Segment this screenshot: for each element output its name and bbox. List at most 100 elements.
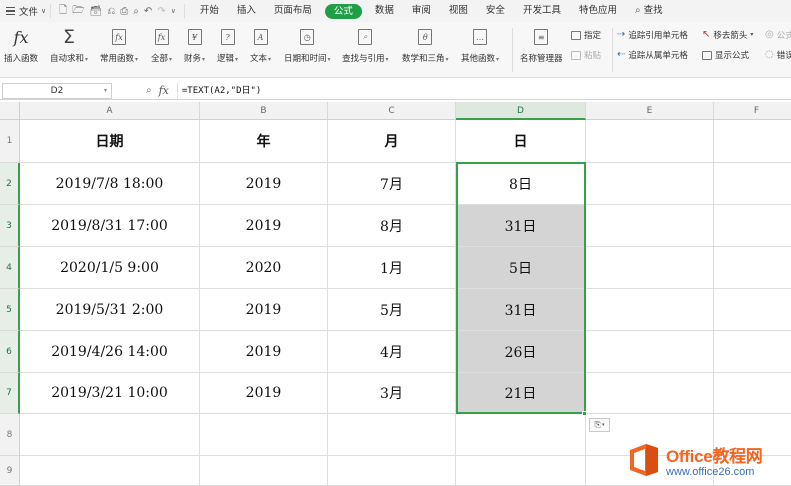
print-icon[interactable]: ⎙: [120, 6, 128, 17]
row-header-5[interactable]: 5: [0, 289, 20, 331]
insert-function-button[interactable]: fx 插入函数: [4, 26, 38, 65]
datetime-functions-button[interactable]: ◷ 日期和时间▾: [284, 26, 331, 64]
cell-c7[interactable]: 3月: [328, 373, 456, 414]
cell-f2[interactable]: [714, 163, 791, 205]
cell-c8[interactable]: [328, 414, 456, 456]
tab-home[interactable]: 开始: [191, 0, 228, 22]
file-menu[interactable]: 文件 ∨: [0, 0, 50, 22]
column-header-f[interactable]: F: [714, 102, 791, 120]
cell-d3[interactable]: 31日: [456, 205, 586, 247]
column-header-a[interactable]: A: [20, 102, 200, 120]
paste-button[interactable]: 粘贴: [571, 49, 601, 61]
tab-special-apps[interactable]: 特色应用: [570, 0, 626, 22]
cell-e4[interactable]: [586, 247, 714, 289]
cell-c2[interactable]: 7月: [328, 163, 456, 205]
cell-a9[interactable]: [20, 456, 200, 486]
cell-c3[interactable]: 8月: [328, 205, 456, 247]
tab-security[interactable]: 安全: [477, 0, 514, 22]
cell-b6[interactable]: 2019: [200, 331, 328, 373]
undo-icon[interactable]: ↶: [144, 6, 152, 17]
cell-d7[interactable]: 21日: [456, 373, 586, 414]
tab-data[interactable]: 数据: [366, 0, 403, 22]
column-header-e[interactable]: E: [586, 102, 714, 120]
cell-b9[interactable]: [200, 456, 328, 486]
fill-handle[interactable]: [582, 411, 587, 416]
tab-insert[interactable]: 插入: [228, 0, 265, 22]
new-file-icon[interactable]: 🗋: [59, 3, 67, 20]
cell-a4[interactable]: 2020/1/5 9:00: [20, 247, 200, 289]
cell-a2[interactable]: 2019/7/8 18:00: [20, 163, 200, 205]
cell-a1[interactable]: 日期: [20, 120, 200, 163]
trace-precedents-button[interactable]: ⇢ 追踪引用单元格: [617, 29, 688, 42]
row-header-4[interactable]: 4: [0, 247, 20, 289]
more-icon[interactable]: ∨: [171, 7, 176, 15]
cell-f1[interactable]: [714, 120, 791, 163]
cell-a8[interactable]: [20, 414, 200, 456]
row-header-1[interactable]: 1: [0, 120, 20, 163]
cell-d1[interactable]: 日: [456, 120, 586, 163]
cell-c9[interactable]: [328, 456, 456, 486]
cell-a7[interactable]: 2019/3/21 10:00: [20, 373, 200, 414]
open-folder-icon[interactable]: 🗁: [72, 3, 84, 20]
row-header-7[interactable]: 7: [0, 373, 20, 414]
cell-b5[interactable]: 2019: [200, 289, 328, 331]
select-all-corner[interactable]: [0, 102, 20, 120]
cell-a6[interactable]: 2019/4/26 14:00: [20, 331, 200, 373]
row-header-3[interactable]: 3: [0, 205, 20, 247]
cell-c6[interactable]: 4月: [328, 331, 456, 373]
cell-f5[interactable]: [714, 289, 791, 331]
cell-e2[interactable]: [586, 163, 714, 205]
cell-e6[interactable]: [586, 331, 714, 373]
column-header-d[interactable]: D: [456, 102, 586, 120]
row-header-9[interactable]: 9: [0, 456, 20, 486]
search-button[interactable]: ⌕ 查找: [626, 0, 672, 22]
row-header-6[interactable]: 6: [0, 331, 20, 373]
cell-f3[interactable]: [714, 205, 791, 247]
paste-options-button[interactable]: ⎘ ▾: [589, 418, 610, 432]
print-preview-icon[interactable]: ⌕: [133, 6, 139, 17]
redo-format-icon[interactable]: ⎌: [107, 6, 115, 17]
cell-d4[interactable]: 5日: [456, 247, 586, 289]
column-header-b[interactable]: B: [200, 102, 328, 120]
cell-d2[interactable]: 8日: [456, 163, 586, 205]
chevron-down-icon[interactable]: ▾: [104, 84, 107, 98]
all-functions-button[interactable]: fx 全部▾: [151, 26, 172, 64]
redo-icon[interactable]: ↷: [157, 6, 165, 17]
cell-b1[interactable]: 年: [200, 120, 328, 163]
formula-input[interactable]: =TEXT(A2,"D日"): [176, 82, 261, 99]
row-header-8[interactable]: 8: [0, 414, 20, 456]
cell-b7[interactable]: 2019: [200, 373, 328, 414]
cell-d6[interactable]: 26日: [456, 331, 586, 373]
trace-dependents-button[interactable]: ⇠ 追踪从属单元格: [617, 49, 688, 62]
other-functions-button[interactable]: … 其他函数▾: [461, 26, 499, 64]
tab-review[interactable]: 审阅: [403, 0, 440, 22]
lookup-functions-button[interactable]: ⌕ 查找与引用▾: [342, 26, 389, 64]
name-manager-button[interactable]: ≡ 名称管理器: [520, 26, 563, 64]
math-functions-button[interactable]: θ 数学和三角▾: [402, 26, 449, 64]
remove-arrows-button[interactable]: ↖ 移去箭头 ▾: [702, 29, 753, 42]
text-functions-button[interactable]: A 文本▾: [250, 26, 271, 64]
cell-d8[interactable]: [456, 414, 586, 456]
cell-f7[interactable]: [714, 373, 791, 414]
formula-evaluate-button[interactable]: ◎ 公式: [765, 29, 791, 42]
function-icon[interactable]: fx: [159, 84, 169, 97]
cell-c4[interactable]: 1月: [328, 247, 456, 289]
zoom-search-icon[interactable]: ⌕: [146, 85, 152, 96]
cell-b2[interactable]: 2019: [200, 163, 328, 205]
common-functions-button[interactable]: fx 常用函数▾: [100, 26, 138, 64]
logic-functions-button[interactable]: ? 逻辑▾: [217, 26, 238, 64]
row-header-2[interactable]: 2: [0, 163, 20, 205]
cell-e3[interactable]: [586, 205, 714, 247]
show-formulas-button[interactable]: 显示公式: [702, 49, 749, 61]
cell-e7[interactable]: [586, 373, 714, 414]
cell-a3[interactable]: 2019/8/31 17:00: [20, 205, 200, 247]
column-header-c[interactable]: C: [328, 102, 456, 120]
cell-c5[interactable]: 5月: [328, 289, 456, 331]
cell-e5[interactable]: [586, 289, 714, 331]
cell-f4[interactable]: [714, 247, 791, 289]
save-icon[interactable]: 🗃: [90, 6, 103, 17]
cell-b3[interactable]: 2019: [200, 205, 328, 247]
error-check-button[interactable]: ◌ 错误: [765, 49, 791, 62]
tab-formulas[interactable]: 公式: [324, 3, 362, 19]
tab-developer[interactable]: 开发工具: [514, 0, 570, 22]
